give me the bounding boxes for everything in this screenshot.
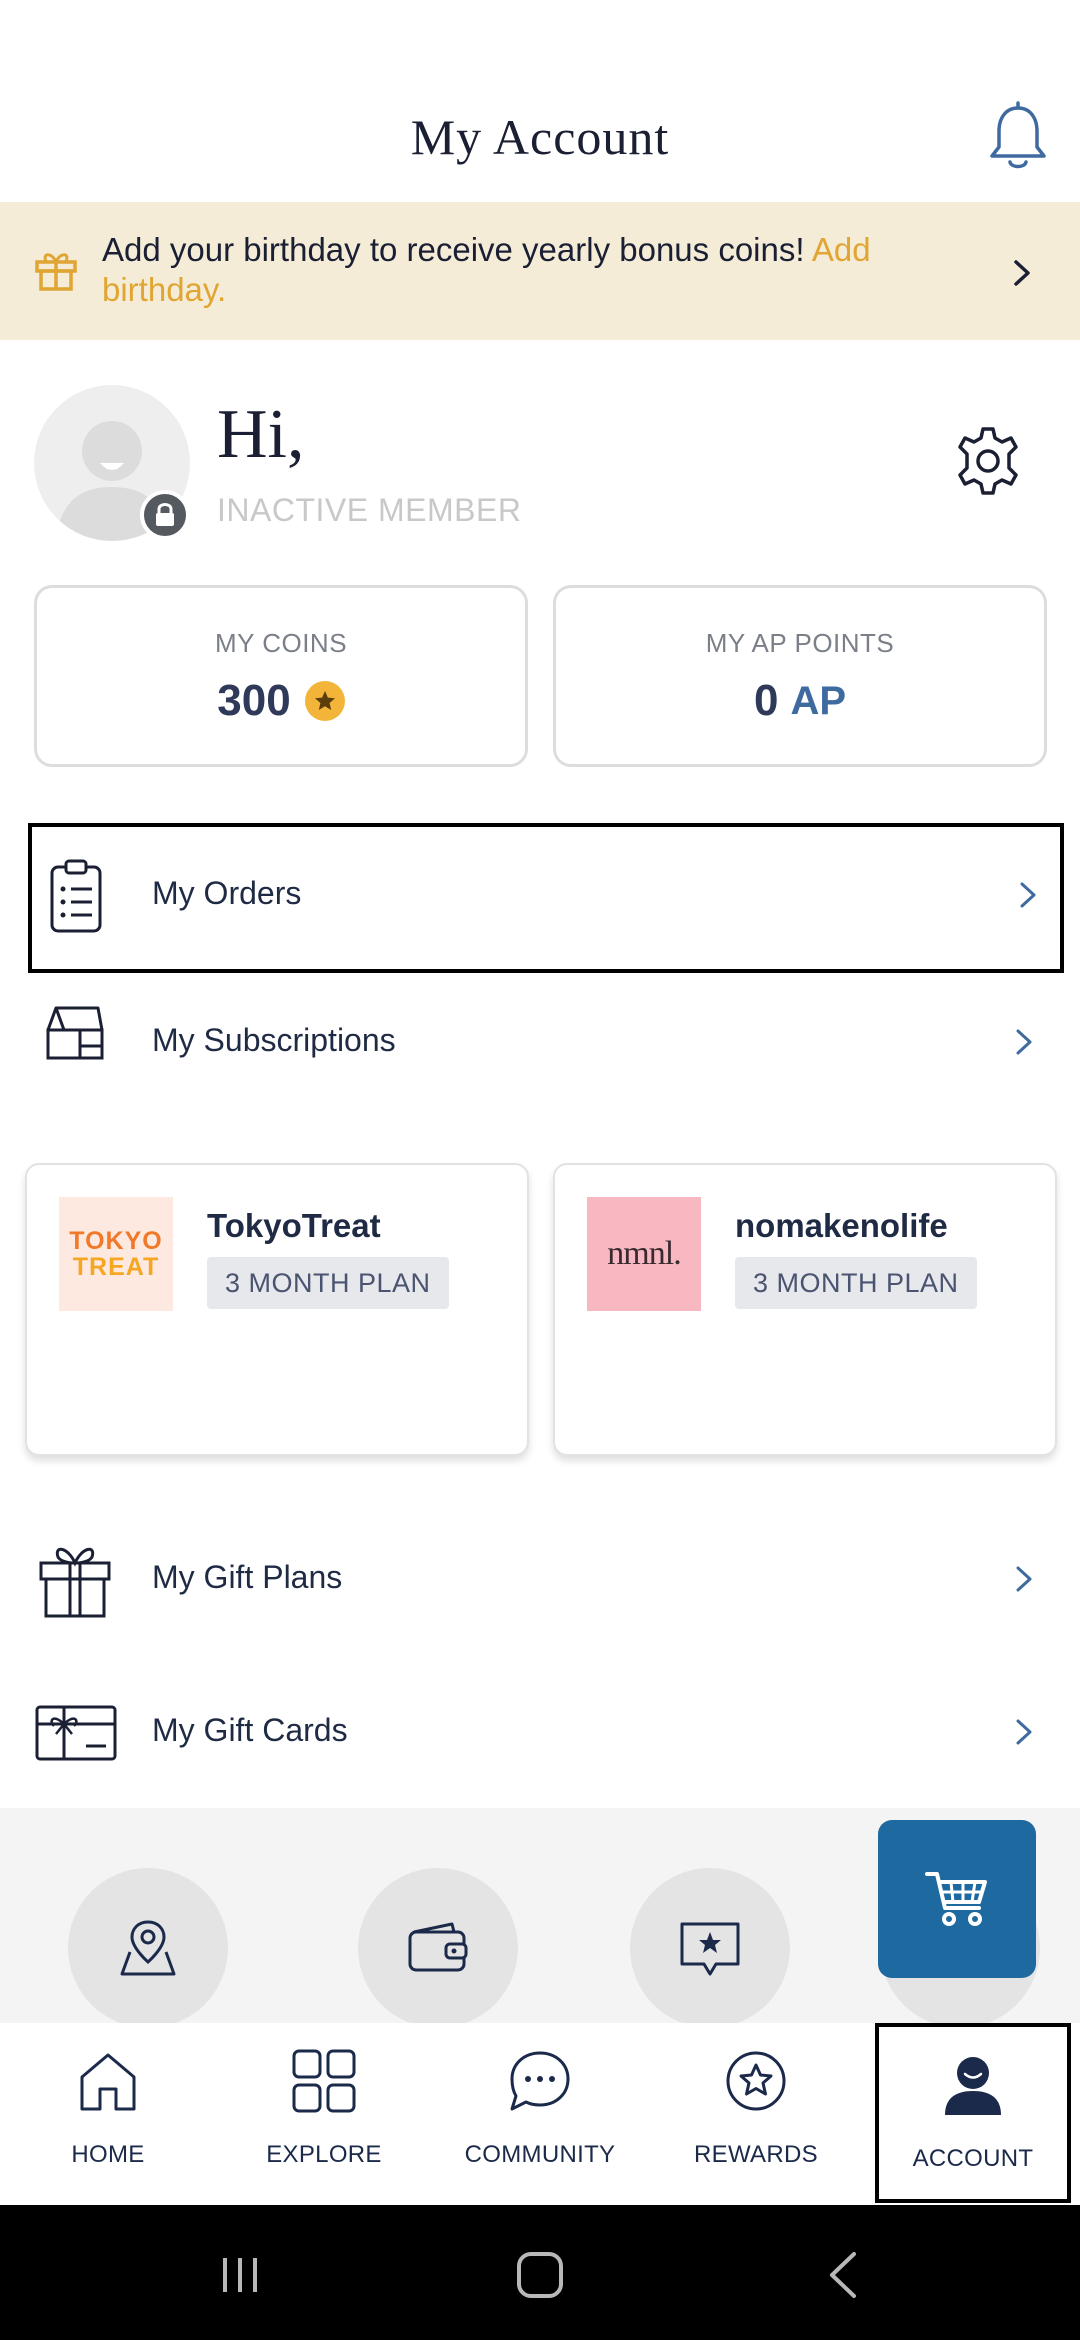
- nav-account-label: ACCOUNT: [912, 2145, 1034, 2172]
- nav-explore[interactable]: EXPLORE: [216, 2023, 432, 2203]
- nav-rewards[interactable]: REWARDS: [648, 2023, 864, 2203]
- birthday-banner-text: Add your birthday to receive yearly bonu…: [102, 231, 871, 308]
- map-pin-icon: [120, 1920, 176, 1976]
- cart-button[interactable]: [878, 1820, 1036, 1978]
- page-title: My Account: [410, 109, 670, 165]
- grid-icon: [292, 2049, 356, 2113]
- my-gift-plans-row[interactable]: My Gift Plans: [0, 1505, 1080, 1655]
- clipboard-list-icon: [50, 859, 102, 933]
- my-gift-cards-row[interactable]: My Gift Cards: [0, 1658, 1080, 1808]
- member-status: INACTIVE MEMBER: [217, 492, 522, 528]
- home-button-icon[interactable]: [505, 2240, 575, 2310]
- my-subscriptions-row[interactable]: My Subscriptions: [0, 968, 1080, 1118]
- recent-apps-icon[interactable]: [205, 2240, 275, 2310]
- coins-value: 300: [217, 676, 291, 725]
- coins-label: MY COINS: [214, 628, 348, 658]
- quick-action-rewards-chat[interactable]: [630, 1868, 790, 2028]
- nomakenolife-logo: nmnl.: [587, 1197, 701, 1311]
- lock-icon: [156, 503, 174, 526]
- gear-icon[interactable]: [952, 425, 1024, 497]
- ap-points-value: 0: [753, 676, 779, 725]
- chevron-right-icon: [1020, 882, 1036, 908]
- nav-account[interactable]: ACCOUNT: [875, 2023, 1071, 2203]
- nav-community-label: COMMUNITY: [464, 2141, 616, 2168]
- my-gift-plans-label: My Gift Plans: [152, 1559, 343, 1595]
- header: My Account: [0, 0, 1080, 202]
- home-icon: [80, 2053, 136, 2111]
- chat-icon: [510, 2051, 570, 2111]
- chevron-right-icon: [1016, 1029, 1032, 1055]
- subscription-plan-badge: 3 MONTH PLAN: [207, 1257, 449, 1309]
- greeting: Hi,: [217, 396, 305, 473]
- tokyotreat-logo: TOKYO TREAT: [59, 1197, 173, 1311]
- ap-unit: AP: [790, 678, 847, 723]
- nav-community[interactable]: COMMUNITY: [432, 2023, 648, 2203]
- cart-icon: [925, 1872, 987, 1926]
- gift-box-icon: [39, 1547, 111, 1618]
- chevron-right-icon: [1016, 1566, 1032, 1592]
- subscription-plan-badge: 3 MONTH PLAN: [735, 1257, 977, 1309]
- chevron-right-icon: [1016, 1719, 1032, 1745]
- ap-points-card[interactable]: MY AP POINTS 0 AP: [553, 585, 1047, 767]
- coin-icon: [304, 681, 345, 721]
- ap-points-label: MY AP POINTS: [705, 628, 895, 658]
- star-badge-icon: [726, 2051, 786, 2111]
- quick-action-map[interactable]: [68, 1868, 228, 2028]
- nav-home-label: HOME: [71, 2141, 145, 2168]
- nav-home[interactable]: HOME: [0, 2023, 216, 2203]
- star-message-icon: [680, 1922, 740, 1976]
- gift-icon: [35, 253, 77, 291]
- my-orders-row[interactable]: My Orders: [28, 823, 1064, 973]
- subscription-name: TokyoTreat: [207, 1207, 381, 1244]
- nav-explore-label: EXPLORE: [266, 2141, 382, 2168]
- subscription-name: nomakenolife: [735, 1207, 948, 1244]
- wallet-icon: [408, 1922, 468, 1972]
- subscription-card-nomakenolife[interactable]: nmnl. nomakenolife 3 MONTH PLAN: [553, 1163, 1057, 1456]
- my-subscriptions-label: My Subscriptions: [152, 1022, 396, 1058]
- subscription-card-tokyotreat[interactable]: TOKYO TREAT TokyoTreat 3 MONTH PLAN: [25, 1163, 529, 1456]
- my-orders-label: My Orders: [152, 875, 302, 911]
- nav-rewards-label: REWARDS: [694, 2141, 818, 2168]
- box-icon: [46, 1006, 104, 1060]
- back-icon[interactable]: [810, 2240, 880, 2310]
- lock-badge: [140, 490, 190, 540]
- chevron-right-icon[interactable]: [1010, 258, 1034, 288]
- gift-card-icon: [35, 1705, 117, 1761]
- bell-icon[interactable]: [985, 100, 1051, 174]
- coins-card[interactable]: MY COINS 300: [34, 585, 528, 767]
- user-icon: [945, 2057, 1001, 2115]
- quick-action-wallet[interactable]: [358, 1868, 518, 2028]
- my-gift-cards-label: My Gift Cards: [152, 1712, 348, 1748]
